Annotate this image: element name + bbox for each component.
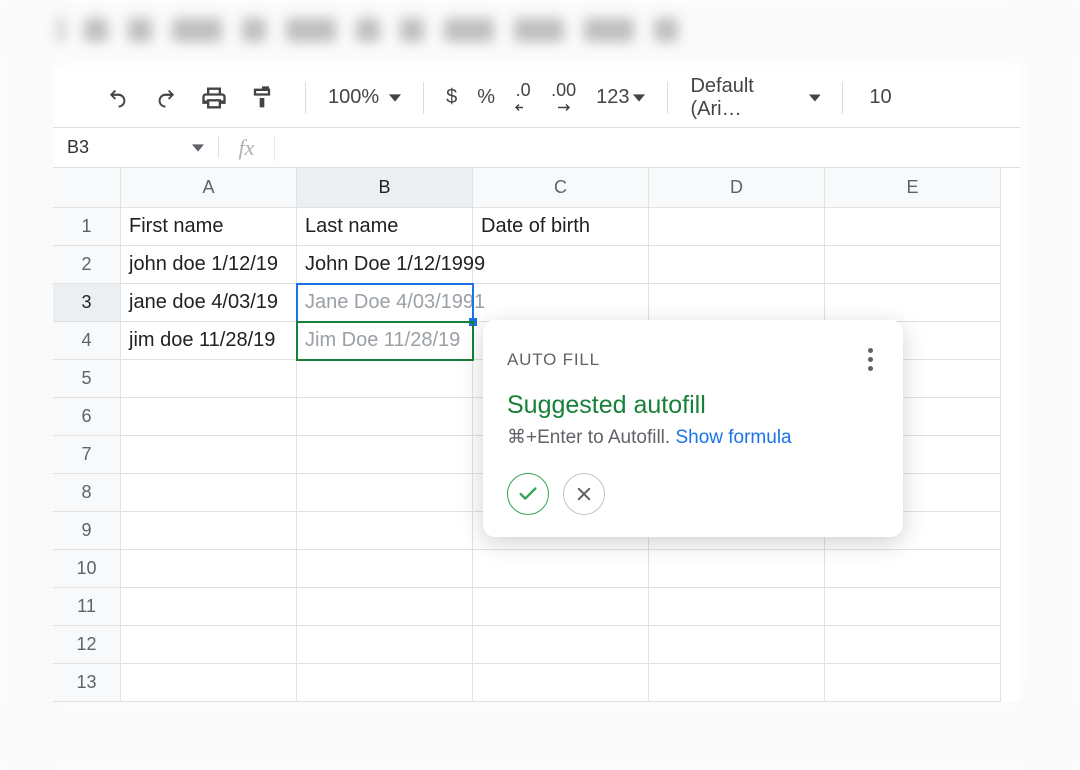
row-header-3[interactable]: 3 [53,284,121,322]
cell-E10[interactable] [825,550,1001,588]
cell-B3[interactable]: Jane Doe 4/03/1991 [297,284,473,322]
cell-A10[interactable] [121,550,297,588]
cell-E12[interactable] [825,626,1001,664]
cell-A5[interactable] [121,360,297,398]
row-header-12[interactable]: 12 [53,626,121,664]
cell-E13[interactable] [825,664,1001,702]
cell-A13[interactable] [121,664,297,702]
name-box-value: B3 [67,137,89,158]
cell-E11[interactable] [825,588,1001,626]
col-header-D[interactable]: D [649,168,825,208]
row-header-10[interactable]: 10 [53,550,121,588]
font-family-value: Default (Ari… [690,75,808,121]
cell-B7[interactable] [297,436,473,474]
print-button[interactable] [197,81,231,115]
number-format-select[interactable]: 123 [586,81,655,115]
cell-E2[interactable] [825,246,1001,284]
cell-B2[interactable]: John Doe 1/12/1999 [297,246,473,284]
cell-D2[interactable] [649,246,825,284]
select-all-corner[interactable] [53,168,121,208]
autofill-more-button[interactable] [862,342,879,377]
row-header-5[interactable]: 5 [53,360,121,398]
autofill-accept-button[interactable] [507,473,549,515]
cell-C10[interactable] [473,550,649,588]
row-header-11[interactable]: 11 [53,588,121,626]
cell-E1[interactable] [825,208,1001,246]
cell-A6[interactable] [121,398,297,436]
font-size-input[interactable]: 10 [855,86,905,109]
cell-A8[interactable] [121,474,297,512]
cell-D13[interactable] [649,664,825,702]
autofill-popup: AUTO FILL Suggested autofill ⌘+Enter to … [483,320,903,537]
cell-B4[interactable]: Jim Doe 11/28/19 [297,322,473,360]
font-family-select[interactable]: Default (Ari… [680,75,830,121]
row-header-6[interactable]: 6 [53,398,121,436]
cell-B10[interactable] [297,550,473,588]
row-header-13[interactable]: 13 [53,664,121,702]
name-box[interactable]: B3 [53,137,219,158]
cell-A9[interactable] [121,512,297,550]
cell-A1[interactable]: First name [121,208,297,246]
cell-A11[interactable] [121,588,297,626]
zoom-select[interactable]: 100% [318,86,411,109]
row-header-8[interactable]: 8 [53,474,121,512]
autofill-reject-button[interactable] [563,473,605,515]
cell-A4[interactable]: jim doe 11/28/19 [121,322,297,360]
row-header-2[interactable]: 2 [53,246,121,284]
cell-C2[interactable] [473,246,649,284]
cell-B11[interactable] [297,588,473,626]
cell-C1[interactable]: Date of birth [473,208,649,246]
cell-B1[interactable]: Last name [297,208,473,246]
cell-A3[interactable]: jane doe 4/03/19 [121,284,297,322]
autofill-popup-header: AUTO FILL [507,350,600,370]
cell-D12[interactable] [649,626,825,664]
decrease-decimals-button[interactable]: .0 [505,81,541,115]
cell-B13[interactable] [297,664,473,702]
cell-B9[interactable] [297,512,473,550]
format-currency-button[interactable]: $ [436,81,467,115]
cell-D10[interactable] [649,550,825,588]
increase-decimals-button[interactable]: .00 [541,81,586,115]
autofill-popup-hint: ⌘+Enter to Autofill. Show formula [507,426,879,449]
cell-C11[interactable] [473,588,649,626]
show-formula-link[interactable]: Show formula [675,427,791,448]
redo-button[interactable] [149,81,183,115]
cell-B6[interactable] [297,398,473,436]
col-header-E[interactable]: E [825,168,1001,208]
cell-A7[interactable] [121,436,297,474]
zoom-value: 100% [328,86,379,109]
toolbar: 100% $ % .0 .00 123 Default (Ari… 10 [53,68,1020,128]
row-header-4[interactable]: 4 [53,322,121,360]
col-header-A[interactable]: A [121,168,297,208]
cell-D3[interactable] [649,284,825,322]
cell-C13[interactable] [473,664,649,702]
cell-A2[interactable]: john doe 1/12/19 [121,246,297,284]
cell-A12[interactable] [121,626,297,664]
col-header-C[interactable]: C [473,168,649,208]
cell-B8[interactable] [297,474,473,512]
cell-D11[interactable] [649,588,825,626]
paint-format-button[interactable] [245,81,279,115]
cell-E3[interactable] [825,284,1001,322]
cell-B12[interactable] [297,626,473,664]
undo-button[interactable] [101,81,135,115]
fx-icon: fx [219,135,275,161]
cell-B5[interactable] [297,360,473,398]
col-header-B[interactable]: B [297,168,473,208]
row-header-9[interactable]: 9 [53,512,121,550]
cell-C12[interactable] [473,626,649,664]
row-header-1[interactable]: 1 [53,208,121,246]
sheet-grid: A B C D E 1 First name Last name Date of… [53,168,1020,702]
autofill-popup-title: Suggested autofill [507,391,879,420]
row-header-7[interactable]: 7 [53,436,121,474]
cell-C3[interactable] [473,284,649,322]
cell-D1[interactable] [649,208,825,246]
format-percent-button[interactable]: % [467,81,505,115]
